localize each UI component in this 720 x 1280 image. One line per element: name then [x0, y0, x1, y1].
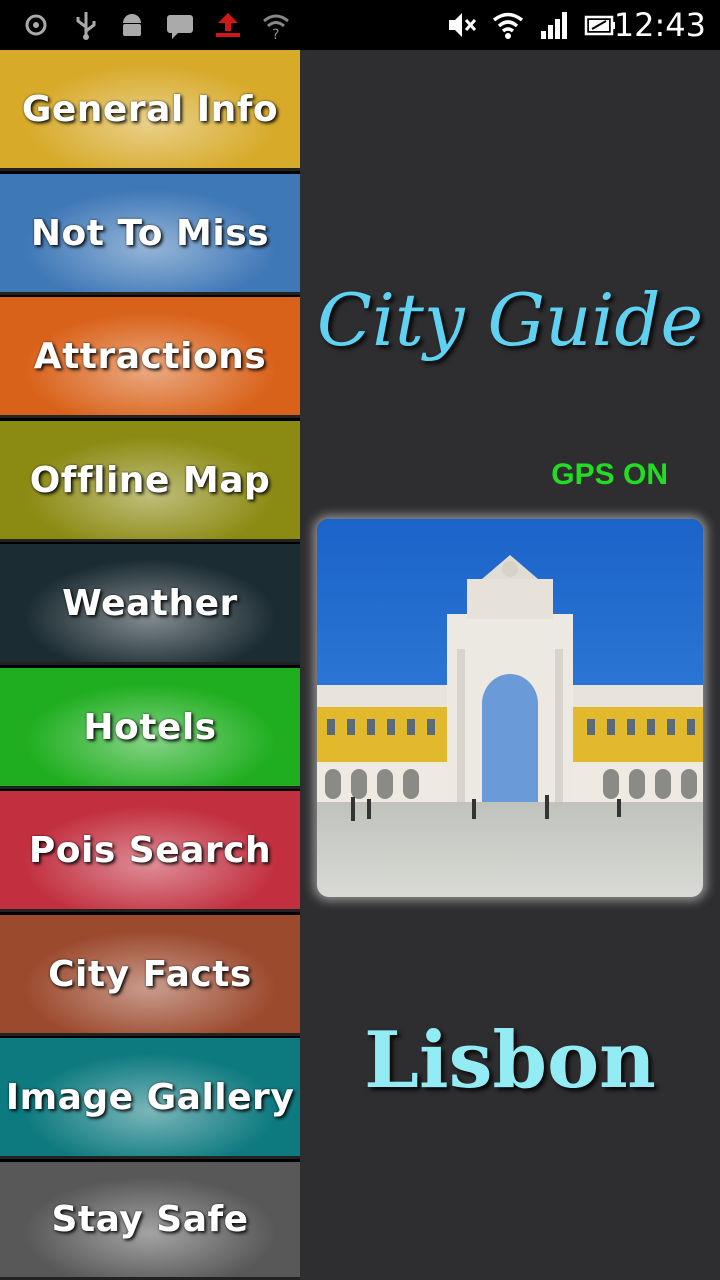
gps-status: GPS ON [551, 458, 668, 491]
message-icon [167, 15, 193, 39]
android-icon [123, 14, 141, 36]
menu-item-label: Stay Safe [51, 1199, 249, 1240]
menu-item-pois-search[interactable]: Pois Search [0, 791, 300, 912]
city-photo [317, 519, 703, 897]
city-landmark-image [317, 519, 703, 897]
menu-item-city-facts[interactable]: City Facts [0, 915, 300, 1036]
menu-item-label: City Facts [48, 953, 252, 995]
upload-icon [216, 13, 240, 37]
location-icon [25, 14, 47, 36]
menu-item-label: Image Gallery [5, 1076, 295, 1118]
app-title: City Guide [316, 278, 704, 362]
content-panel: City Guide GPS ON Lisbon [300, 50, 720, 1280]
menu-item-label: Pois Search [28, 829, 272, 871]
menu-item-label: Weather [62, 582, 238, 624]
signal-icon [541, 12, 567, 39]
menu-item-attractions[interactable]: Attractions [0, 297, 300, 418]
menu-item-offline-map[interactable]: Offline Map [0, 421, 300, 542]
menu-item-stay-safe[interactable]: Stay Safe [0, 1162, 300, 1280]
menu-item-general-info[interactable]: General Info [0, 50, 300, 171]
menu-item-weather[interactable]: Weather [0, 544, 300, 665]
menu-item-image-gallery[interactable]: Image Gallery [0, 1038, 300, 1159]
wifi-icon [492, 12, 524, 39]
menu-item-label: Attractions [33, 335, 267, 377]
svg-text:?: ? [272, 27, 279, 41]
menu-item-label: General Info [21, 88, 279, 130]
menu-item-hotels[interactable]: Hotels [0, 668, 300, 789]
menu-item-label: Hotels [83, 706, 217, 748]
menu-item-not-to-miss[interactable]: Not To Miss [0, 174, 300, 295]
city-name: Lisbon [364, 1015, 656, 1106]
usb-icon [76, 12, 96, 40]
main-menu: General Info Not To Miss Attractions Offlin… [0, 50, 300, 1280]
status-bar: ? 12:43 [0, 0, 720, 50]
menu-item-label: Not To Miss [30, 212, 270, 254]
wifi-question-icon: ? [263, 14, 289, 41]
menu-item-label: Offline Map [29, 459, 271, 501]
battery-icon [584, 15, 615, 36]
mute-icon [449, 13, 477, 37]
clock: 12:43 [613, 6, 706, 44]
